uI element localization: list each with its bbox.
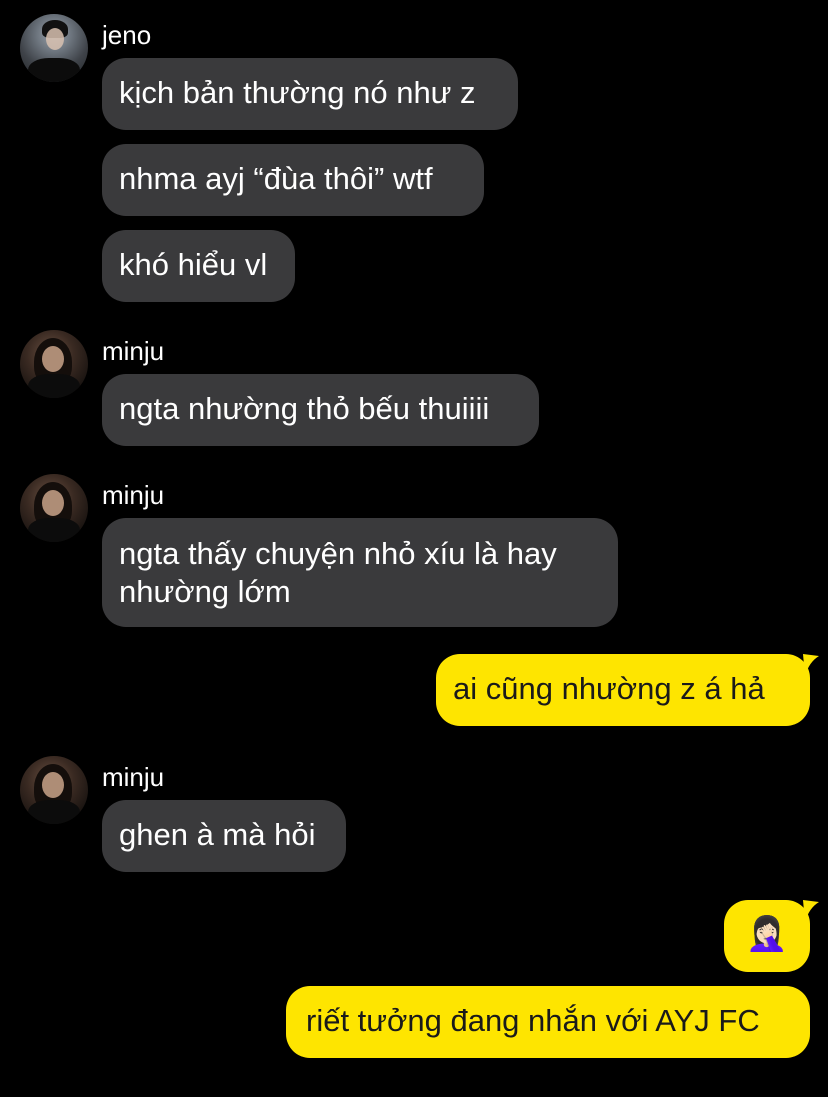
message-text: ngta nhường thỏ bếu thuiiii: [119, 391, 490, 426]
sender-name: minju: [102, 762, 165, 792]
message-bubble-outgoing[interactable]: ai cũng nhường z á hả: [436, 654, 819, 726]
message-text: ai cũng nhường z á hả: [453, 671, 765, 706]
message-bubble[interactable]: ngta nhường thỏ bếu thuiiii: [102, 374, 539, 446]
avatar-minju[interactable]: [20, 330, 88, 398]
bubble-tail: [803, 900, 819, 922]
sender-name: minju: [102, 336, 165, 366]
sender-name: jeno: [102, 20, 152, 50]
message-bubble-outgoing[interactable]: riết tưởng đang nhắn với AYJ FC: [286, 986, 810, 1058]
message-bubble[interactable]: ngta thấy chuyện nhỏ xíu là hay nhường l…: [102, 518, 618, 627]
message-bubble[interactable]: ghen à mà hỏi: [102, 800, 346, 872]
sender-name: minju: [102, 480, 165, 510]
message-bubble-outgoing[interactable]: 🤦🏻‍♀️: [724, 900, 819, 972]
message-bubble[interactable]: kịch bản thường nó như z: [102, 58, 518, 130]
message-text: riết tưởng đang nhắn với AYJ FC: [306, 1003, 760, 1038]
message-text: ghen à mà hỏi: [119, 817, 316, 852]
avatar-jeno[interactable]: [20, 14, 88, 82]
avatar-minju[interactable]: [20, 474, 88, 542]
bubble-tail: [803, 654, 819, 676]
message-text: khó hiểu vl: [119, 247, 268, 282]
message-bubble[interactable]: khó hiểu vl: [102, 230, 295, 302]
message-bubble[interactable]: nhma ayj “đùa thôi” wtf: [102, 144, 484, 216]
message-text: ngta thấy chuyện nhỏ xíu là hay nhường l…: [119, 536, 557, 609]
emoji-facepalm-icon: 🤦🏻‍♀️: [745, 915, 789, 953]
avatar-minju[interactable]: [20, 756, 88, 824]
message-text: nhma ayj “đùa thôi” wtf: [119, 161, 433, 196]
message-text: kịch bản thường nó như z: [119, 75, 476, 110]
